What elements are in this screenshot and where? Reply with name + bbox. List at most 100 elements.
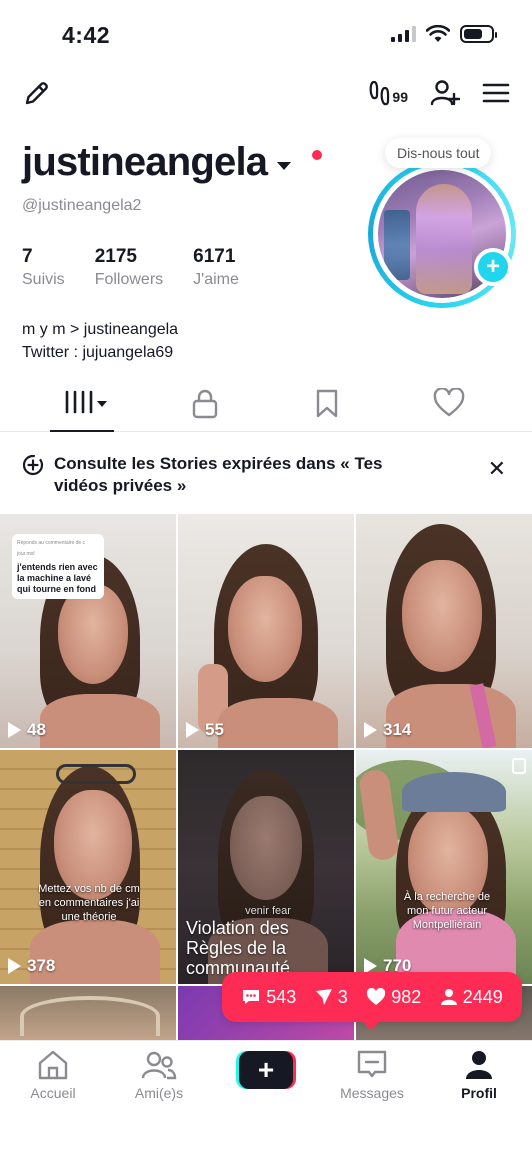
home-icon — [38, 1050, 68, 1080]
pill-followers: 2449 — [440, 987, 503, 1008]
bottom-nav: Accueil Ami(e)s + Messages Profil — [0, 1040, 532, 1152]
username: justineangela — [22, 140, 268, 184]
video-thumbnail[interactable]: 55 — [178, 514, 354, 748]
nav-label: Ami(e)s — [134, 1085, 184, 1101]
video-thumbnail[interactable] — [0, 986, 176, 1040]
stat-followers[interactable]: 2175 Followers — [95, 246, 163, 289]
friends-icon — [141, 1051, 177, 1080]
chevron-down-icon — [277, 161, 292, 170]
reply-text: j'entends rien avec la machine a lavé qu… — [17, 562, 98, 594]
nav-friends[interactable]: Ami(e)s — [114, 1049, 204, 1101]
menu-icon[interactable] — [482, 78, 510, 108]
play-icon — [8, 722, 21, 738]
pill-comments-value: 543 — [266, 986, 297, 1007]
profile-bio: m y m > justineangela Twitter : jujuange… — [22, 318, 178, 364]
tab-private[interactable] — [170, 382, 240, 430]
video-thumbnail[interactable]: 314 — [356, 514, 532, 748]
nav-home[interactable]: Accueil — [8, 1049, 98, 1101]
profile-tabs — [0, 382, 532, 432]
heart-filled-icon — [367, 988, 386, 1005]
nav-label: Accueil — [30, 1085, 76, 1101]
profile-stats: 7 Suivis 2175 Followers 6171 J'aime — [22, 246, 269, 289]
story-prompt-tooltip[interactable]: Dis-nous tout — [385, 138, 492, 168]
story-plus-icon — [22, 454, 44, 476]
stat-value: 7 — [22, 246, 33, 267]
profile-views-count: 99 — [392, 89, 408, 105]
stat-following[interactable]: 7 Suivis — [22, 246, 65, 289]
pill-likes-value: 982 — [391, 986, 422, 1007]
overlay-text: venir fear — [245, 905, 291, 917]
video-grid: Réponds au commentaire de c jour.mol j'e… — [0, 514, 532, 1040]
lock-icon — [192, 389, 218, 419]
cellular-signal-icon — [391, 26, 416, 42]
user-handle: @justineangela2 — [22, 197, 142, 214]
person-icon — [440, 989, 457, 1005]
view-count-value: 378 — [27, 956, 56, 975]
battery-icon — [460, 25, 497, 43]
video-thumbnail[interactable]: Mettez vos nb de cm en commentaires j'ai… — [0, 750, 176, 984]
tab-videos[interactable] — [50, 382, 120, 432]
inbox-icon — [357, 1050, 387, 1078]
close-icon[interactable]: ✕ — [488, 456, 506, 482]
stat-label: Followers — [94, 271, 164, 288]
play-icon — [364, 722, 377, 738]
video-caption: À la recherche de mon futur acteur Montp… — [403, 891, 491, 931]
add-story-button[interactable]: + — [474, 248, 512, 286]
status-bar: 4:42 — [0, 0, 532, 70]
create-button[interactable]: + — [236, 1051, 296, 1089]
pill-followers-value: 2449 — [462, 986, 503, 1007]
violation-notice: Violation des Règles de la communauté — [186, 918, 291, 978]
activity-stats-pill[interactable]: 543 3 982 2449 — [222, 972, 522, 1030]
view-count: 48 — [8, 720, 46, 740]
view-count-value: 48 — [27, 720, 46, 739]
nav-profile[interactable]: Profil — [434, 1049, 524, 1101]
stat-label: J'aime — [193, 271, 239, 288]
footprints-icon — [370, 80, 390, 106]
tab-liked[interactable] — [414, 382, 484, 430]
view-count-value: 55 — [205, 720, 224, 739]
video-caption: Mettez vos nb de cm en commentaires j'ai… — [38, 883, 140, 923]
view-count: 314 — [364, 720, 411, 740]
profile-views-button[interactable]: 99 — [369, 78, 408, 108]
play-icon — [8, 958, 21, 974]
top-bar: 99 — [0, 76, 532, 116]
pill-likes: 982 — [366, 987, 421, 1008]
account-switcher[interactable]: justineangela — [22, 140, 292, 185]
nav-messages[interactable]: Messages — [327, 1049, 417, 1101]
pill-comments: 543 — [241, 987, 296, 1008]
pill-shares: 3 — [315, 987, 348, 1008]
stat-value: 2175 — [94, 246, 137, 267]
view-count: 55 — [186, 720, 224, 740]
profile-icon — [466, 1051, 492, 1079]
video-thumbnail[interactable]: venir fear Violation des Règles de la co… — [178, 750, 354, 984]
stat-label: Suivis — [22, 271, 65, 288]
view-count-value: 314 — [383, 720, 412, 739]
stat-value: 6171 — [193, 246, 236, 267]
edit-profile-button[interactable] — [22, 78, 52, 113]
view-count: 378 — [8, 956, 55, 976]
heart-icon — [433, 388, 465, 417]
reply-bubble: Réponds au commentaire de c jour.mol j'e… — [12, 534, 104, 599]
notification-dot — [312, 150, 322, 160]
video-thumbnail[interactable]: À la recherche de mon futur acteur Montp… — [356, 750, 532, 984]
grid-icon — [65, 390, 107, 414]
nav-label: Messages — [340, 1085, 404, 1101]
pencil-icon — [25, 82, 48, 105]
bio-line: m y m > justineangela — [22, 321, 179, 338]
tab-saved[interactable] — [292, 382, 362, 430]
plus-icon: + — [239, 1051, 293, 1089]
stat-likes[interactable]: 6171 J'aime — [193, 246, 239, 289]
play-icon — [186, 722, 199, 738]
banner-text: Consulte les Stories expirées dans « Tes… — [54, 454, 383, 495]
bio-line: Twitter : jujuangela69 — [22, 344, 174, 361]
bookmark-icon — [316, 389, 338, 418]
video-thumbnail[interactable]: Réponds au commentaire de c jour.mol j'e… — [0, 514, 176, 748]
expired-stories-banner[interactable]: Consulte les Stories expirées dans « Tes… — [0, 442, 532, 512]
reply-header: Réponds au commentaire de c jour.mol — [17, 540, 86, 557]
nav-label: Profil — [461, 1085, 497, 1101]
add-friend-icon[interactable] — [430, 78, 460, 108]
share-arrow-icon — [315, 989, 332, 1005]
wifi-icon — [426, 25, 450, 42]
comment-icon — [243, 990, 260, 1004]
pill-shares-value: 3 — [337, 986, 348, 1007]
